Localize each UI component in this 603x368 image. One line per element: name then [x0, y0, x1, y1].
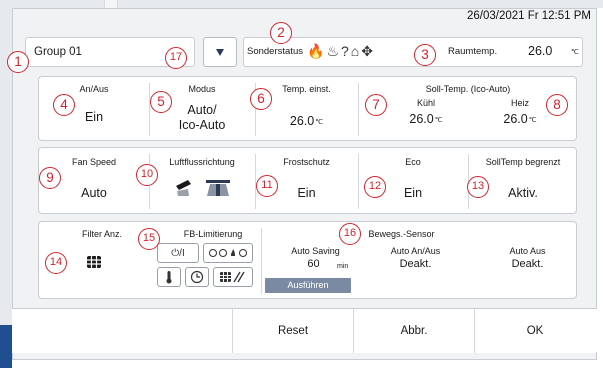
status-icons: 🔥 ♨ ? ⌂ ✥ — [307, 43, 373, 60]
function-card: Fan Speed Auto Luftflussrichtung Frostsc… — [38, 147, 577, 214]
airflow-swing-icon — [176, 180, 191, 196]
marker-2: 2 — [270, 22, 292, 44]
empty-slot — [12, 309, 232, 353]
control-window: 26/03/2021 Fr 12:51 PM Group 01 Sonderst… — [0, 0, 603, 368]
marker-4: 4 — [53, 94, 75, 116]
soll-temp-label: Soll-Temp. (Ico-Auto) — [425, 84, 511, 94]
defrost-icon: ♨ — [326, 43, 339, 59]
operation-card: An/Aus Ein Modus Auto/ Ico-Auto Temp. ei… — [38, 76, 577, 141]
marker-9: 9 — [39, 167, 61, 189]
thermometer-icon — [166, 271, 172, 284]
filter-status-icon: ⌂ — [350, 43, 360, 59]
ok-button[interactable]: OK — [475, 309, 595, 353]
move-status-icon: ✥ — [361, 43, 373, 59]
set-temp-setting[interactable]: Temp. einst. 26.0℃ — [255, 77, 358, 140]
action-bar: Reset Abbr. OK — [12, 308, 597, 353]
fan-speed-label: Fan Speed — [71, 157, 117, 167]
auto-off-label: Auto Aus — [509, 246, 546, 256]
unknown-status-icon: ? — [341, 43, 349, 59]
cancel-button[interactable]: Abbr. — [354, 309, 474, 353]
marker-6: 6 — [250, 88, 272, 110]
filter-reset-icon — [220, 271, 245, 283]
marker-10: 10 — [136, 164, 158, 186]
marker-8: 8 — [546, 94, 568, 116]
marker-14: 14 — [45, 252, 67, 274]
room-temp-value: 26.0 — [528, 44, 553, 58]
marker-15: 15 — [138, 228, 160, 250]
marker-1: 1 — [7, 51, 29, 73]
frost-protection-label: Frostschutz — [283, 157, 330, 167]
flame-icon: 🔥 — [307, 43, 325, 59]
room-temp-label: Raumtemp. — [448, 46, 498, 57]
temp-limit-label: SollTemp begrenzt — [485, 157, 561, 167]
datetime-display: 26/03/2021 Fr 12:51 PM — [466, 10, 591, 22]
eco-label: Eco — [405, 157, 421, 167]
airflow-setting[interactable]: Luftflussrichtung — [149, 148, 255, 213]
clock-icon — [190, 270, 204, 284]
filter-lock-button[interactable] — [213, 267, 253, 287]
marker-16: 16 — [339, 223, 361, 245]
heat-label: Heiz — [510, 98, 529, 108]
airflow-label: Luftflussrichtung — [169, 157, 235, 167]
marker-3: 3 — [414, 44, 436, 66]
fan-speed-value: Auto — [81, 186, 107, 200]
soll-temp-setting[interactable]: Soll-Temp. (Ico-Auto) Kühl 26.0℃ Heiz 26… — [358, 77, 578, 140]
mode-value-line2: Ico-Auto — [178, 118, 226, 132]
airflow-louver-icon — [206, 180, 230, 196]
group-dropdown-button[interactable] — [203, 37, 237, 67]
status-bar: Sonderstatus 🔥 ♨ ? ⌂ ✥ Raumtemp. 26.0 ℃ — [243, 37, 583, 67]
onoff-label: An/Aus — [79, 84, 109, 94]
top-frame — [12, 0, 603, 8]
motion-sensor-label: Bewegs.-Sensor — [368, 229, 435, 239]
room-temp-unit: ℃ — [571, 49, 579, 56]
filter-grid-icon — [87, 256, 101, 268]
frame-accent — [0, 325, 12, 368]
extra-card: Filter Anz. FB-Limitierung ⏻/I Bewegs.-S… — [38, 221, 577, 299]
reset-button[interactable]: Reset — [233, 309, 353, 353]
temp-lock-button[interactable] — [157, 267, 181, 287]
timer-lock-button[interactable] — [185, 267, 209, 287]
marker-13: 13 — [467, 176, 489, 198]
auto-off-value[interactable]: Deakt. — [369, 258, 603, 270]
marker-11: 11 — [256, 175, 278, 197]
execute-button[interactable]: Ausführen — [265, 278, 351, 293]
marker-17: 17 — [165, 47, 187, 69]
special-status-label: Sonderstatus — [247, 46, 303, 57]
triangle-down-icon — [216, 49, 224, 56]
marker-7: 7 — [365, 94, 387, 116]
marker-12: 12 — [364, 176, 386, 198]
marker-5: 5 — [150, 91, 172, 113]
heat-value: 26.0℃ — [503, 112, 537, 126]
motion-sensor-setting: Bewegs.-Sensor Auto Saving 60 min Ausfüh… — [261, 222, 578, 298]
